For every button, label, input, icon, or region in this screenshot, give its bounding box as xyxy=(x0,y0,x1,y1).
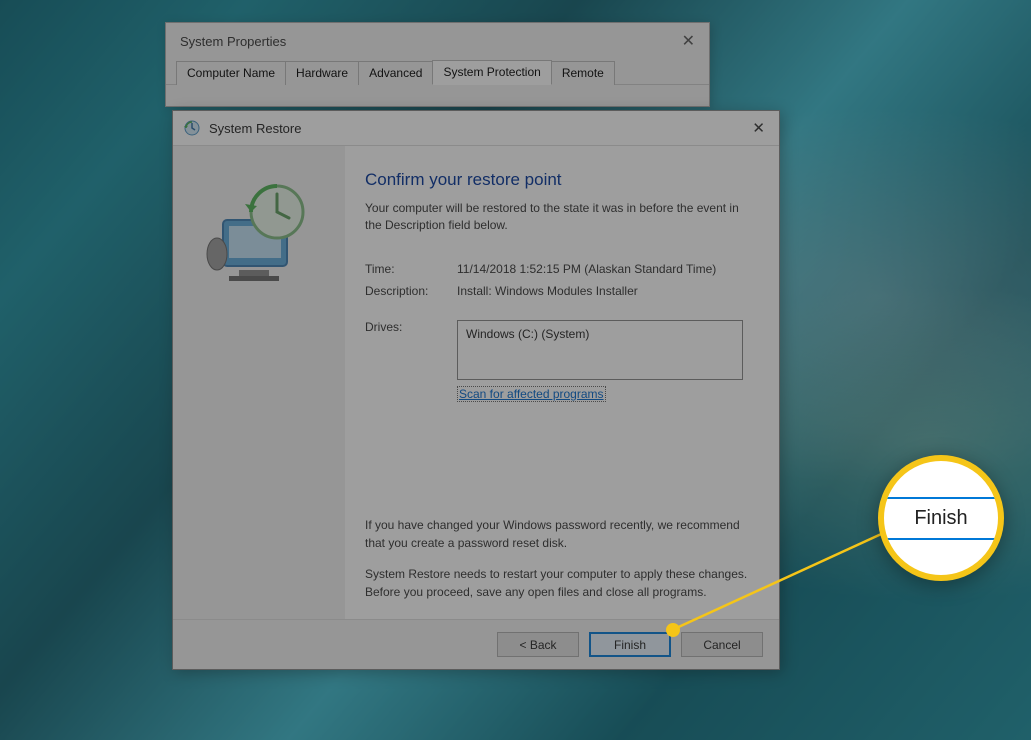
tab-advanced[interactable]: Advanced xyxy=(358,61,433,85)
scan-affected-programs-link[interactable]: Scan for affected programs xyxy=(457,386,606,402)
system-properties-title: System Properties xyxy=(180,34,286,49)
cancel-button[interactable]: Cancel xyxy=(681,632,763,657)
back-button[interactable]: < Back xyxy=(497,632,579,657)
drives-label: Drives: xyxy=(365,320,457,334)
tab-remote[interactable]: Remote xyxy=(551,61,615,85)
wizard-sidebar xyxy=(173,146,345,619)
wizard-heading: Confirm your restore point xyxy=(365,170,751,190)
close-icon[interactable]: ✕ xyxy=(676,31,701,51)
password-note: If you have changed your Windows passwor… xyxy=(365,517,751,552)
wizard-title: System Restore xyxy=(209,121,301,136)
annotation-arrow-dot xyxy=(666,623,680,637)
description-value: Install: Windows Modules Installer xyxy=(457,284,751,298)
system-restore-wizard: System Restore ✕ Confirm your res xyxy=(172,110,780,670)
time-label: Time: xyxy=(365,262,457,276)
system-restore-art-icon xyxy=(199,174,319,299)
drives-row: Drives: Windows (C:) (System) Scan for a… xyxy=(365,320,751,402)
description-row: Description: Install: Windows Modules In… xyxy=(365,284,751,298)
annotation-callout: Finish xyxy=(878,455,1004,581)
tab-system-protection[interactable]: System Protection xyxy=(432,60,551,85)
wizard-titlebar: System Restore ✕ xyxy=(173,111,779,145)
system-properties-titlebar: System Properties ✕ xyxy=(166,23,709,59)
drives-value: Windows (C:) (System) xyxy=(466,327,589,341)
close-icon[interactable]: ✕ xyxy=(746,117,771,139)
tab-hardware[interactable]: Hardware xyxy=(285,61,359,85)
system-properties-tabs: Computer Name Hardware Advanced System P… xyxy=(166,59,709,85)
annotation-callout-label: Finish xyxy=(884,497,998,540)
tab-computer-name[interactable]: Computer Name xyxy=(176,61,286,85)
restart-note: System Restore needs to restart your com… xyxy=(365,566,751,601)
wizard-subtitle: Your computer will be restored to the st… xyxy=(365,200,751,234)
system-restore-icon xyxy=(183,119,201,137)
wizard-content: Confirm your restore point Your computer… xyxy=(345,146,779,619)
finish-button[interactable]: Finish xyxy=(589,632,671,657)
system-properties-window: System Properties ✕ Computer Name Hardwa… xyxy=(165,22,710,107)
time-row: Time: 11/14/2018 1:52:15 PM (Alaskan Sta… xyxy=(365,262,751,276)
description-label: Description: xyxy=(365,284,457,298)
drives-listbox[interactable]: Windows (C:) (System) xyxy=(457,320,743,380)
time-value: 11/14/2018 1:52:15 PM (Alaskan Standard … xyxy=(457,262,751,276)
wizard-footer: < Back Finish Cancel xyxy=(173,619,779,669)
